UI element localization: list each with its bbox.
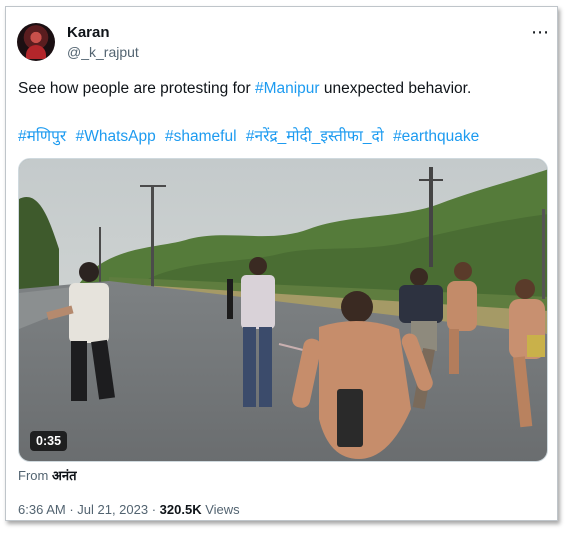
tweet-date[interactable]: Jul 21, 2023 <box>77 502 148 517</box>
hashtag-list: #मणिपुर #WhatsApp #shameful #नरेंद्र_मोद… <box>18 124 484 146</box>
tweet-text: See how people are protesting for #Manip… <box>18 80 471 98</box>
video-duration-badge: 0:35 <box>30 431 68 451</box>
tweet-meta: 6:36 AM · Jul 21, 2023 · 320.5K Views <box>18 502 240 517</box>
source-prefix: From <box>18 468 52 483</box>
hashtag-link-manipur[interactable]: #Manipur <box>255 80 320 97</box>
tweet-text-before: See how people are protesting for <box>18 80 255 97</box>
meta-separator: · <box>148 502 160 517</box>
views-count: 320.5K <box>159 502 202 517</box>
meta-separator: · <box>65 502 78 517</box>
more-options-icon[interactable]: ⋯ <box>531 22 550 43</box>
hashtag-link[interactable]: #WhatsApp <box>76 128 156 145</box>
user-name[interactable]: Karan <box>67 24 110 41</box>
tweet-text-after: unexpected behavior. <box>319 80 472 97</box>
views-label: Views <box>201 502 240 517</box>
user-handle[interactable]: @_k_rajput <box>67 44 139 60</box>
avatar[interactable] <box>17 23 55 61</box>
source-name-link[interactable]: अनंत <box>52 468 77 483</box>
video-player[interactable] <box>18 158 548 462</box>
tweet-time[interactable]: 6:36 AM <box>18 502 66 517</box>
hashtag-link[interactable]: #earthquake <box>393 128 479 145</box>
hashtag-link[interactable]: #shameful <box>165 128 237 145</box>
hashtag-link[interactable]: #नरेंद्र_मोदी_इस्तीफा_दो <box>246 128 384 145</box>
video-thumbnail <box>19 159 547 461</box>
hashtag-link[interactable]: #मणिपुर <box>18 128 66 145</box>
source-attribution: From अनंत <box>18 466 77 484</box>
